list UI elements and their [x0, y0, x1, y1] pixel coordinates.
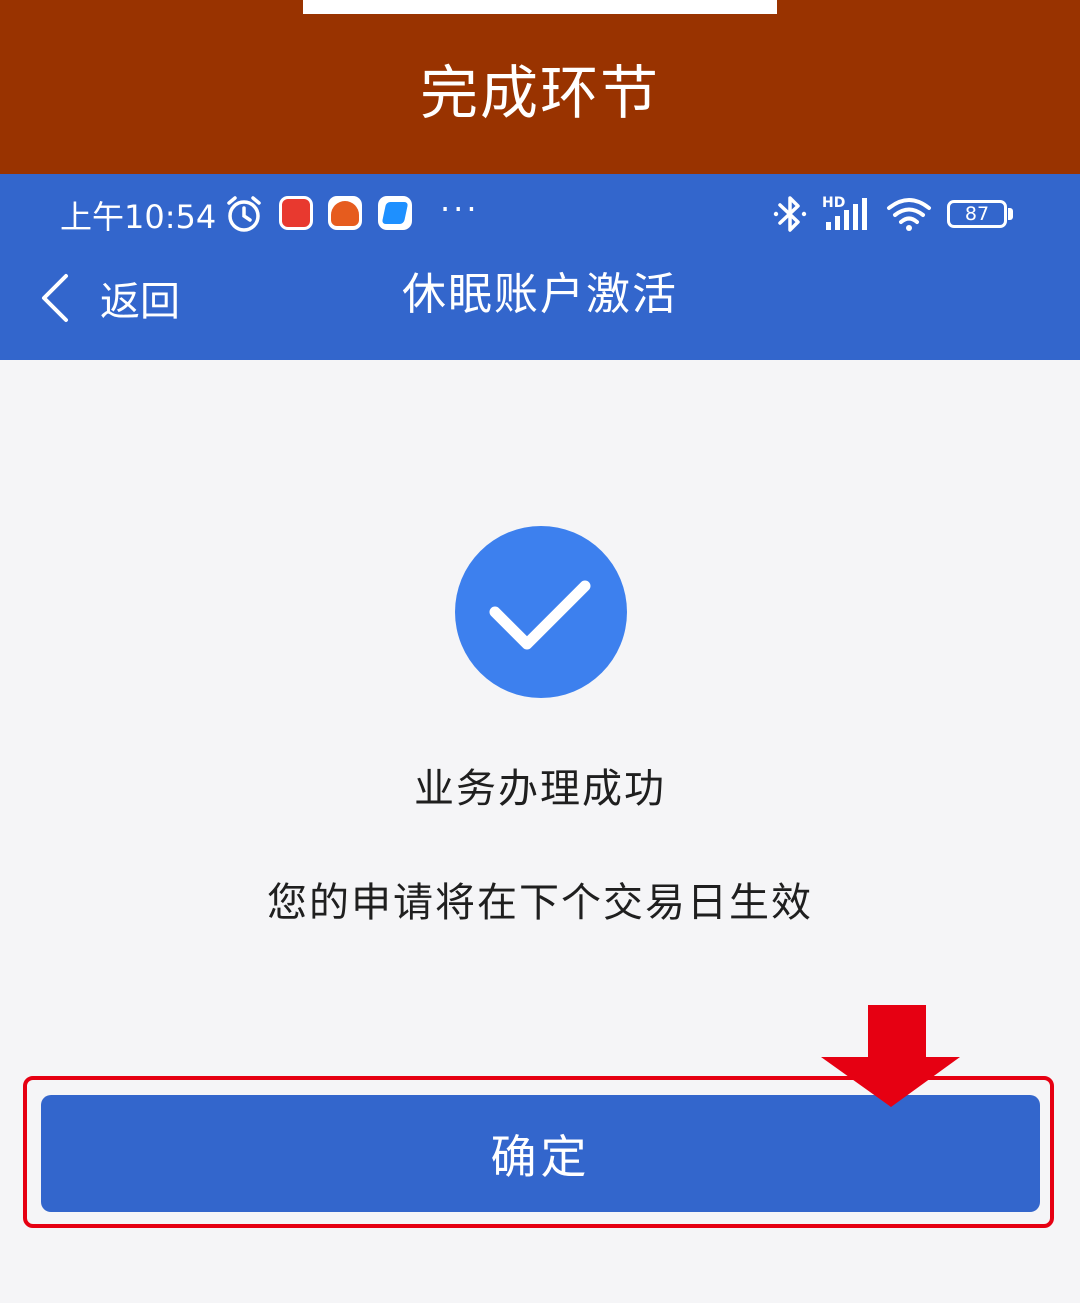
check-icon	[489, 580, 591, 650]
fanqie-app-icon	[328, 196, 362, 230]
top-strip-gap	[303, 0, 777, 14]
arrow-down-icon	[821, 1005, 960, 1107]
bluetooth-icon	[773, 196, 807, 232]
success-title: 业务办理成功	[414, 766, 666, 812]
more-dots-icon: ···	[440, 190, 480, 228]
battery-icon: 87	[947, 200, 1007, 228]
chevron-left-icon	[42, 274, 68, 322]
status-time: 上午10:54	[60, 198, 217, 236]
back-button[interactable]: 返回	[36, 262, 206, 334]
toutiao-app-icon	[279, 196, 313, 230]
back-label: 返回	[100, 279, 180, 325]
signal-icon	[826, 198, 867, 230]
success-message: 您的申请将在下个交易日生效	[267, 880, 813, 926]
battery-level: 87	[964, 203, 990, 225]
alarm-icon	[227, 196, 261, 232]
success-icon	[455, 526, 627, 698]
banner-title: 完成环节	[419, 59, 660, 127]
confirm-button[interactable]: 确定	[41, 1095, 1040, 1212]
instruction-banner: 完成环节	[0, 14, 1080, 174]
battery-cap	[1008, 208, 1013, 220]
wifi-icon	[887, 198, 931, 231]
dingtalk-app-icon	[378, 196, 412, 230]
